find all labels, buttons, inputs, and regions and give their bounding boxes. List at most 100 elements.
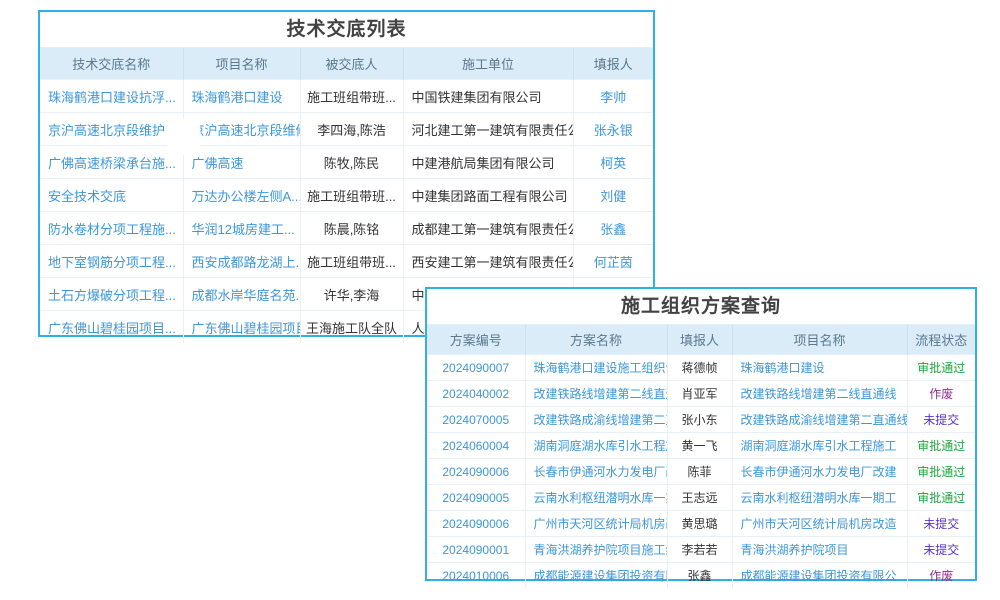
project-name-link[interactable]: 改建铁路成渝线增建第二直通线 [732,407,907,433]
project-name-link[interactable]: 万达办公楼左侧A... [183,179,300,212]
project-name-link[interactable]: 成都水岸华庭名苑... [183,278,300,311]
plan-name-link[interactable]: 广州市天河区统计局机房改造项 [525,511,667,537]
plan-id-link[interactable]: 2024040002 [427,381,525,407]
recipient-cell: 许华,李海 [300,278,403,311]
recipient-cell: 李四海,陈浩 [300,113,403,146]
plan-name-link[interactable]: 改建铁路成渝线增建第二直通线 [525,407,667,433]
unit-cell: 成都建工第一建筑有限责任公司 [403,212,573,245]
reporter-cell: 蒋德帧 [667,355,732,381]
project-name-link[interactable]: 广州市天河区统计局机房改造 [732,511,907,537]
reporter-link[interactable]: 何芷茵 [573,245,653,278]
white-patch [167,119,200,155]
plan-id-link[interactable]: 2024060004 [427,433,525,459]
column-header: 施工单位 [403,48,573,80]
project-name-link[interactable]: 青海洪湖养护院项目 [732,537,907,563]
reporter-cell: 王志远 [667,485,732,511]
status-badge: 未提交 [907,537,975,563]
plan-name-link[interactable]: 湖南洞庭湖水库引水工程施工标 [525,433,667,459]
table-row: 珠海鹤港口建设抗浮... 珠海鹤港口建设 施工班组带班... 中国铁建集团有限公… [40,80,653,113]
table-row: 地下室钢筋分项工程... 西安成都路龙湖上... 施工班组带班... 西安建工第… [40,245,653,278]
table-row: 2024040002 改建铁路线增建第二线直通线（ 肖亚军 改建铁路线增建第二线… [427,381,975,407]
disclosure-name-link[interactable]: 广佛高速桥梁承台施... [40,146,183,179]
construction-plan-panel: 施工组织方案查询 方案编号 方案名称 填报人 项目名称 流程状态 2024090… [425,287,977,581]
table-row: 2024090007 珠海鹤港口建设施工组织设计 蒋德帧 珠海鹤港口建设 审批通… [427,355,975,381]
project-name-link[interactable]: 改建铁路线增建第二线直通线 [732,381,907,407]
table-header-row: 技术交底名称 项目名称 被交底人 施工单位 填报人 [40,48,653,80]
recipient-cell: 王海施工队全队 [300,311,403,344]
column-header: 流程状态 [907,325,975,355]
recipient-cell: 陈晨,陈铭 [300,212,403,245]
disclosure-name-link[interactable]: 土石方爆破分项工程... [40,278,183,311]
recipient-cell: 陈牧,陈民 [300,146,403,179]
project-name-link[interactable]: 珠海鹤港口建设 [732,355,907,381]
status-badge: 未提交 [907,407,975,433]
project-name-link[interactable]: 京沪高速北京段维修 [183,113,300,146]
reporter-link[interactable]: 张永银 [573,113,653,146]
project-name-link[interactable]: 广佛高速 [183,146,300,179]
status-badge: 审批通过 [907,355,975,381]
plan-id-link[interactable]: 2024090006 [427,511,525,537]
reporter-link[interactable]: 柯英 [573,146,653,179]
plan-name-link[interactable]: 云南水利枢纽潜明水库一期工程 [525,485,667,511]
status-badge: 作废 [907,381,975,407]
project-name-link[interactable]: 华润12城房建工... [183,212,300,245]
project-name-link[interactable]: 长春市伊通河水力发电厂改建 [732,459,907,485]
plan-name-link[interactable]: 青海洪湖养护院项目施工组织设 [525,537,667,563]
unit-cell: 中建港航局集团有限公司 [403,146,573,179]
column-header: 项目名称 [183,48,300,80]
recipient-cell: 施工班组带班... [300,179,403,212]
reporter-cell: 李若若 [667,537,732,563]
column-header: 技术交底名称 [40,48,183,80]
plan-id-link[interactable]: 2024090001 [427,537,525,563]
construction-plan-table: 方案编号 方案名称 填报人 项目名称 流程状态 2024090007 珠海鹤港口… [427,325,975,588]
table-row: 2024090006 长春市伊通河水力发电厂改建工 陈菲 长春市伊通河水力发电厂… [427,459,975,485]
reporter-link[interactable]: 刘健 [573,179,653,212]
column-header: 填报人 [667,325,732,355]
plan-id-link[interactable]: 2024090007 [427,355,525,381]
project-name-link[interactable]: 云南水利枢纽潜明水库一期工 [732,485,907,511]
column-header: 方案编号 [427,325,525,355]
table-row: 2024060004 湖南洞庭湖水库引水工程施工标 黄一飞 湖南洞庭湖水库引水工… [427,433,975,459]
status-badge: 审批通过 [907,459,975,485]
disclosure-name-link[interactable]: 安全技术交底 [40,179,183,212]
column-header: 项目名称 [732,325,907,355]
column-header: 填报人 [573,48,653,80]
plan-id-link[interactable]: 2024010006 [427,563,525,589]
table-row: 2024070005 改建铁路成渝线增建第二直通线 张小东 改建铁路成渝线增建第… [427,407,975,433]
reporter-cell: 黄一飞 [667,433,732,459]
project-name-link[interactable]: 湖南洞庭湖水库引水工程施工 [732,433,907,459]
disclosure-name-link[interactable]: 防水卷材分项工程施... [40,212,183,245]
table-row: 京沪高速北京段维护 京沪高速北京段维修 李四海,陈浩 河北建工第一建筑有限责任公… [40,113,653,146]
project-name-link[interactable]: 广东佛山碧桂园项目 [183,311,300,344]
status-badge: 审批通过 [907,485,975,511]
plan-id-link[interactable]: 2024090006 [427,459,525,485]
reporter-link[interactable]: 李帅 [573,80,653,113]
plan-name-link[interactable]: 长春市伊通河水力发电厂改建工 [525,459,667,485]
disclosure-name-link[interactable]: 京沪高速北京段维护 [40,113,183,146]
status-badge: 作废 [907,563,975,589]
disclosure-name-link[interactable]: 珠海鹤港口建设抗浮... [40,80,183,113]
reporter-cell: 陈菲 [667,459,732,485]
reporter-link[interactable]: 张鑫 [573,212,653,245]
table-row: 2024090006 广州市天河区统计局机房改造项 黄思璐 广州市天河区统计局机… [427,511,975,537]
disclosure-name-link[interactable]: 地下室钢筋分项工程... [40,245,183,278]
table-row: 2024010006 成都能源建设集团投资有限公司 张鑫 成都能源建设集团投资有… [427,563,975,589]
plan-name-link[interactable]: 成都能源建设集团投资有限公司 [525,563,667,589]
table-row: 广佛高速桥梁承台施... 广佛高速 陈牧,陈民 中建港航局集团有限公司 柯英 [40,146,653,179]
project-name-link[interactable]: 西安成都路龙湖上... [183,245,300,278]
status-badge: 未提交 [907,511,975,537]
unit-cell: 中建集团路面工程有限公司 [403,179,573,212]
plan-id-link[interactable]: 2024090005 [427,485,525,511]
project-name-link[interactable]: 成都能源建设集团投资有限公 [732,563,907,589]
column-header: 方案名称 [525,325,667,355]
plan-name-link[interactable]: 珠海鹤港口建设施工组织设计 [525,355,667,381]
plan-id-link[interactable]: 2024070005 [427,407,525,433]
disclosure-name-link[interactable]: 广东佛山碧桂园项目... [40,311,183,344]
recipient-cell: 施工班组带班... [300,245,403,278]
panel-title: 施工组织方案查询 [427,289,975,325]
column-header: 被交底人 [300,48,403,80]
project-name-link[interactable]: 珠海鹤港口建设 [183,80,300,113]
reporter-cell: 黄思璐 [667,511,732,537]
plan-name-link[interactable]: 改建铁路线增建第二线直通线（ [525,381,667,407]
table-header-row: 方案编号 方案名称 填报人 项目名称 流程状态 [427,325,975,355]
